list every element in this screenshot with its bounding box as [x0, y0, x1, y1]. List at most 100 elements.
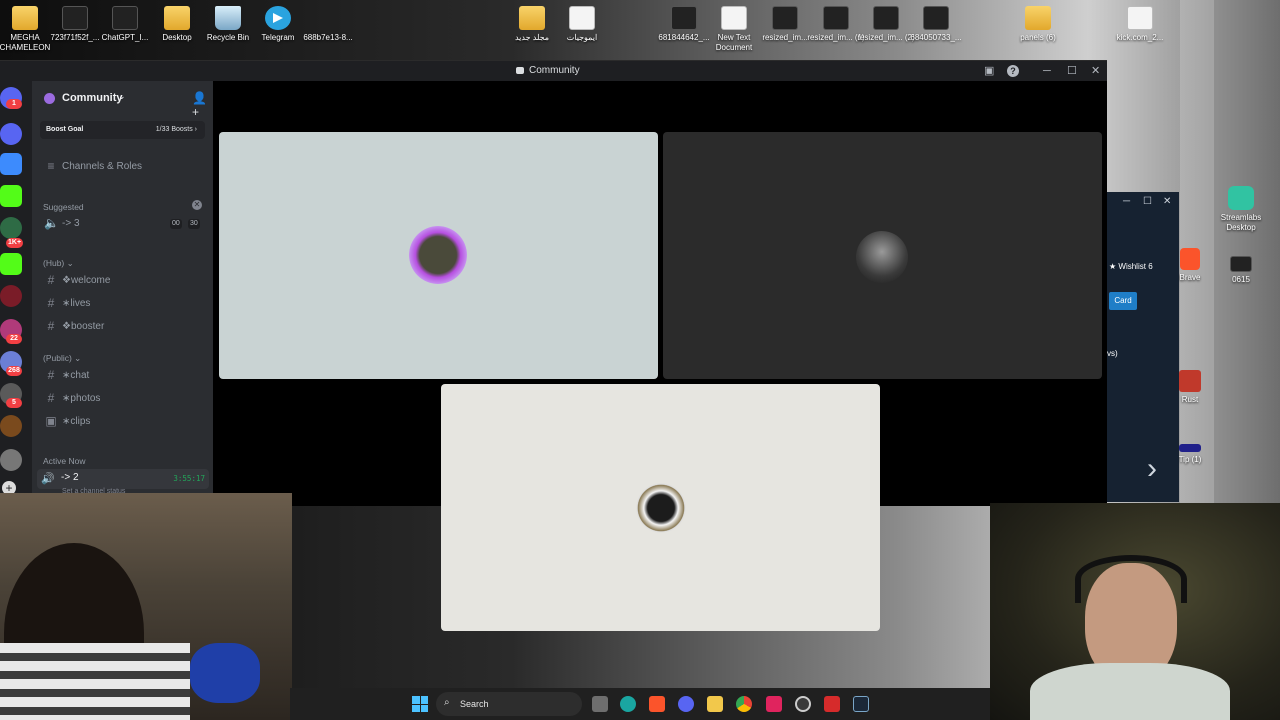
channel-lives[interactable]: # ∗lives	[40, 294, 206, 314]
server-icon[interactable]	[0, 449, 22, 471]
image-file-icon	[1230, 256, 1252, 272]
desktop-icon-0615[interactable]: 0615	[1210, 250, 1272, 285]
server-header[interactable]: Community ⌄ 👤+	[32, 81, 213, 119]
server-name: Community	[62, 92, 123, 104]
help-icon[interactable]: ?	[1007, 65, 1019, 77]
wishlist-button[interactable]: ★ Wishlist 6	[1109, 262, 1153, 271]
notification-badge: 22	[6, 334, 22, 344]
avatar	[856, 231, 908, 283]
server-icon[interactable]	[0, 285, 22, 307]
discord-window: Community ▣ ? ─ ☐ ✕ 1 1K+ 22 268 5 + Com…	[0, 60, 1107, 631]
server-icon[interactable]	[0, 123, 22, 145]
voice-timer: 3:55:17	[173, 474, 205, 483]
discord-icon[interactable]	[678, 696, 694, 712]
list-icon: ≡	[47, 159, 55, 173]
server-icon[interactable]	[0, 153, 22, 175]
minimize-icon[interactable]: ─	[1043, 64, 1051, 78]
notification-badge: 5	[6, 398, 22, 408]
folder-icon	[1025, 6, 1051, 30]
server-icon[interactable]	[0, 415, 22, 437]
channel-welcome[interactable]: # ❖welcome	[40, 271, 206, 291]
close-icon[interactable]: ✕	[1163, 196, 1171, 207]
avatar	[409, 226, 467, 284]
notification-badge: 1	[6, 99, 22, 109]
hashtag-icon: #	[47, 319, 55, 333]
channel-sidebar: Community ⌄ 👤+ Boost Goal 1/33 Boosts ≡ …	[32, 81, 213, 507]
hashtag-icon: #	[47, 273, 55, 287]
boost-goal-bar[interactable]: Boost Goal 1/33 Boosts	[40, 121, 205, 139]
taskbar-search[interactable]: ⌕ Search	[436, 692, 582, 716]
server-list: 1 1K+ 22 268 5 +	[0, 81, 32, 507]
rust-icon	[1179, 370, 1201, 392]
partial-text: vs)	[1107, 349, 1118, 358]
document-icon	[1127, 6, 1153, 30]
hashtag-icon: #	[47, 391, 55, 405]
notification-badge: 1K+	[6, 238, 24, 248]
dismiss-icon[interactable]: ✕	[192, 200, 202, 210]
edge-icon[interactable]	[620, 696, 636, 712]
desktop-icon-emojis[interactable]: ايموجيات	[551, 0, 613, 43]
participant-tile[interactable]	[441, 384, 880, 631]
file-explorer-icon[interactable]	[707, 696, 723, 712]
channel-chat[interactable]: # ∗chat	[40, 366, 206, 386]
image-file-icon	[823, 6, 849, 30]
app-icon[interactable]	[766, 696, 782, 712]
desktop-icon-panels[interactable]: panels (6)	[1007, 0, 1069, 43]
folder-icon	[164, 6, 190, 30]
category-suggested[interactable]: Suggested	[43, 202, 84, 212]
image-file-icon	[62, 6, 88, 30]
kick-server-icon[interactable]	[0, 185, 22, 207]
chevron-down-icon: ⌄	[118, 91, 126, 101]
chevron-right-icon[interactable]: ›	[1147, 452, 1157, 486]
speaker-icon: 🔊	[41, 473, 55, 485]
card-button[interactable]: Card	[1109, 292, 1137, 310]
image-file-icon	[112, 6, 138, 30]
app-icon[interactable]	[824, 696, 840, 712]
minimize-icon[interactable]: ─	[1123, 196, 1130, 207]
background-window[interactable]: ─ ☐ ✕ ★ Wishlist 6 Card vs) ›	[1107, 192, 1179, 502]
image-file-icon	[923, 6, 949, 30]
blue-object	[190, 643, 260, 703]
inbox-icon[interactable]: ▣	[984, 64, 994, 78]
notification-badge: 268	[6, 366, 22, 376]
category-active-now: Active Now	[43, 456, 86, 466]
channels-and-roles[interactable]: ≡ Channels & Roles	[40, 157, 206, 177]
obs-icon[interactable]	[795, 696, 811, 712]
windows-start-icon[interactable]	[412, 696, 428, 712]
channel-clips[interactable]: ▣ ∗clips	[40, 412, 206, 432]
maximize-icon[interactable]: ☐	[1067, 64, 1077, 78]
chrome-icon[interactable]	[736, 696, 752, 712]
kick-server-icon[interactable]	[0, 253, 22, 275]
headset	[1075, 555, 1187, 603]
channel-booster[interactable]: # ❖booster	[40, 317, 206, 337]
window-title: Community	[516, 65, 580, 76]
invite-people-icon[interactable]: 👤+	[192, 91, 213, 119]
image-file-icon	[671, 6, 697, 30]
desktop-icon-file[interactable]: 688b7e13-8...	[297, 0, 359, 43]
voice-channel-suggested[interactable]: 🔈 -> 3 00 30	[40, 214, 206, 234]
participant-tile[interactable]	[219, 132, 658, 379]
speaker-icon: 🔈	[44, 216, 59, 230]
desktop-icon-kick[interactable]: kick.com_2...	[1109, 0, 1171, 43]
search-icon: ⌕	[444, 697, 450, 708]
desktop-icon-image-3[interactable]: 684050733_...	[905, 0, 967, 43]
desktop-icon-streamlabs[interactable]: Streamlabs Desktop	[1210, 180, 1272, 233]
steam-icon[interactable]	[853, 696, 869, 712]
close-icon[interactable]: ✕	[1091, 64, 1100, 78]
channel-photos[interactable]: # ∗photos	[40, 389, 206, 409]
category-public[interactable]: (Public) ⌄	[43, 353, 81, 364]
image-file-icon	[772, 6, 798, 30]
person-shirt	[1030, 663, 1230, 720]
folder-icon	[519, 6, 545, 30]
task-view-icon[interactable]	[592, 696, 608, 712]
participant-tile[interactable]	[663, 132, 1102, 379]
active-voice-channel[interactable]: 🔊 -> 2 3:55:17	[37, 469, 209, 489]
boost-goal-label: Boost Goal	[46, 126, 84, 133]
hashtag-icon: #	[47, 368, 55, 382]
server-icon[interactable]	[0, 217, 22, 239]
brave-icon[interactable]	[649, 696, 665, 712]
maximize-icon[interactable]: ☐	[1143, 196, 1152, 207]
avatar	[634, 481, 688, 535]
category-hub[interactable]: (Hub) ⌄	[43, 258, 74, 269]
webcam-left	[0, 493, 292, 720]
